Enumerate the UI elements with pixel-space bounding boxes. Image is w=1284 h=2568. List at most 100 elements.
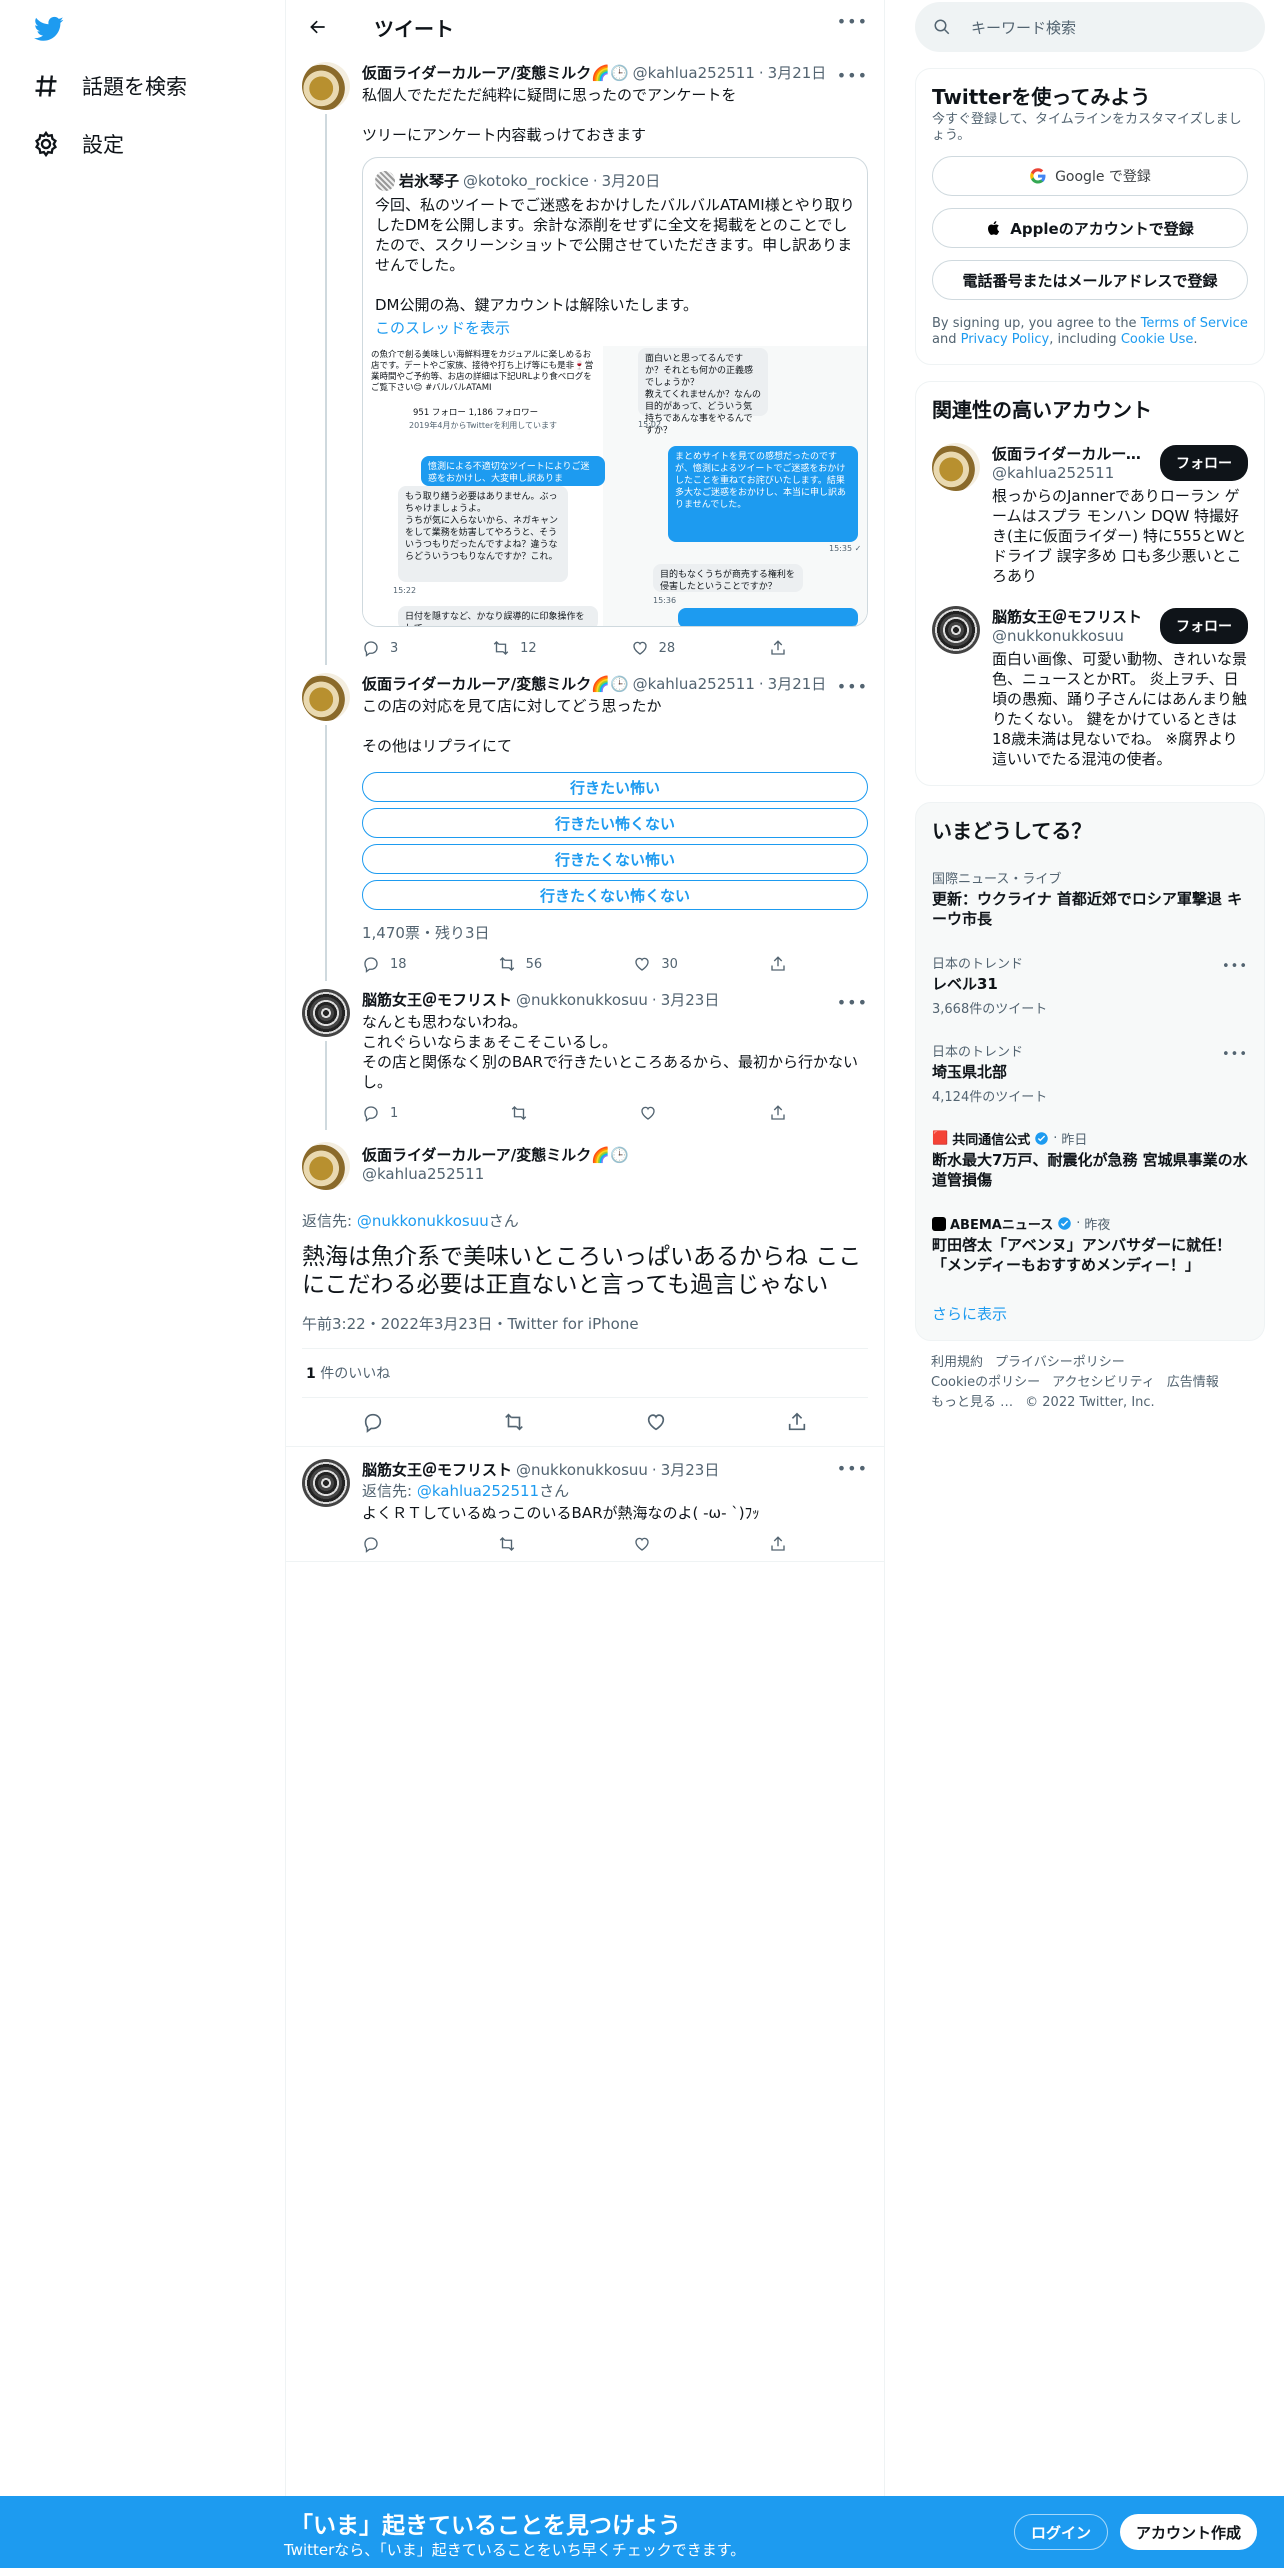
like-button[interactable] — [633, 1535, 651, 1553]
author-name[interactable]: 脳筋女王＠モフリスト — [362, 989, 512, 1010]
author-handle[interactable]: @kahlua252511 — [633, 675, 755, 693]
tweet-actions — [302, 1398, 868, 1446]
avatar[interactable] — [302, 673, 350, 721]
privacy-link[interactable]: Privacy Policy — [961, 332, 1050, 347]
tweet-actions: 18 56 30 — [362, 955, 787, 973]
like-button[interactable]: 30 — [633, 955, 678, 973]
author-handle[interactable]: @kahlua252511 — [362, 1165, 629, 1183]
like-button[interactable] — [639, 1104, 657, 1122]
retweet-button[interactable]: 12 — [492, 639, 537, 657]
footer-link[interactable]: アクセシビリティ — [1052, 1375, 1155, 1390]
author-handle[interactable]: @kahlua252511 — [633, 64, 755, 82]
reply-button[interactable]: 18 — [362, 955, 407, 973]
footer-link[interactable]: プライバシーポリシー — [995, 1355, 1125, 1370]
share-icon[interactable] — [786, 1411, 808, 1433]
apple-signup-button[interactable]: Appleのアカウントで登録 — [932, 208, 1248, 248]
more-options-icon[interactable]: ••• — [837, 12, 868, 31]
reply-icon[interactable] — [362, 1411, 384, 1433]
tweet-date[interactable]: 3月21日 — [768, 62, 827, 83]
login-button[interactable]: ログイン — [1014, 2514, 1109, 2550]
avatar[interactable] — [302, 62, 350, 110]
heart-icon[interactable] — [645, 1411, 667, 1433]
cookie-link[interactable]: Cookie Use — [1121, 332, 1194, 347]
more-options-icon[interactable]: ••• — [1222, 959, 1248, 974]
account-name[interactable]: 仮面ライダーカルーア/変態ミルク🌈🕒 — [992, 443, 1152, 464]
signup-button[interactable]: アカウント作成 — [1120, 2514, 1258, 2550]
tweet-date[interactable]: 3月23日 — [661, 989, 720, 1010]
share-button[interactable] — [769, 1104, 787, 1122]
poll-option[interactable]: 行きたい怖い — [362, 772, 868, 802]
author-name[interactable]: 仮面ライダーカルーア/変態ミルク🌈🕒 — [362, 673, 629, 694]
tweet-date[interactable]: 3月23日 — [661, 1459, 720, 1480]
tweet[interactable]: 仮面ライダーカルーア/変態ミルク🌈🕒 @kahlua252511 · 3月21日… — [286, 54, 884, 665]
author-name[interactable]: 仮面ライダーカルーア/変態ミルク🌈🕒 — [362, 62, 629, 83]
twitter-logo-icon[interactable] — [32, 14, 66, 44]
footer-more[interactable]: もっと見る … — [931, 1395, 1013, 1410]
trend-item[interactable]: 日本のトレンド 埼玉県北部 4,124件のツイート ••• — [916, 1029, 1264, 1117]
reply-to-line: 返信先: @nukkonukkosuuさん — [302, 1212, 519, 1230]
poll-option[interactable]: 行きたくない怖くない — [362, 880, 868, 910]
author-name[interactable]: 仮面ライダーカルーア/変態ミルク🌈🕒 — [362, 1144, 629, 1165]
account-item[interactable]: 仮面ライダーカルーア/変態ミルク🌈🕒 @kahlua252511 根っからのJa… — [916, 433, 1264, 596]
share-button[interactable] — [769, 639, 787, 657]
heart-icon — [635, 957, 649, 971]
phone-email-signup-button[interactable]: 電話番号またはメールアドレスで登録 — [932, 260, 1248, 300]
reply-button[interactable] — [362, 1535, 380, 1553]
share-button[interactable] — [769, 1535, 787, 1553]
poll-option[interactable]: 行きたい怖くない — [362, 808, 868, 838]
quote-screenshot-image[interactable]: の魚介で創る美味しい海鮮料理をカジュアルに楽しめるお店です。デートやご家族、接待… — [363, 346, 867, 626]
tweet-timestamp[interactable]: 午前3:22・2022年3月23日・Twitter for iPhone — [302, 1313, 868, 1334]
more-options-icon[interactable]: ••• — [1222, 1047, 1248, 1062]
show-thread-link[interactable]: このスレッドを表示 — [363, 315, 867, 346]
tweet[interactable]: 仮面ライダーカルーア/変態ミルク🌈🕒 @kahlua252511 · 3月21日… — [286, 665, 884, 981]
search-input[interactable]: キーワード検索 — [915, 2, 1265, 52]
account-name[interactable]: 脳筋女王＠モフリスト — [992, 606, 1152, 627]
poll-option[interactable]: 行きたくない怖い — [362, 844, 868, 874]
avatar[interactable] — [302, 989, 350, 1037]
reply-button[interactable]: 1 — [362, 1104, 398, 1122]
google-signup-button[interactable]: Google で登録 — [932, 156, 1248, 196]
retweet-button[interactable]: 56 — [498, 955, 542, 973]
more-options-icon[interactable]: ••• — [837, 677, 868, 696]
follow-button[interactable]: フォロー — [1160, 445, 1248, 481]
trend-item[interactable]: 国際ニュース・ライブ 更新：ウクライナ 首都近郊でロシア軍撃退 キーウ市長 — [916, 856, 1264, 941]
reply-button[interactable]: 3 — [362, 639, 398, 657]
footer-link[interactable]: Cookieのポリシー — [931, 1375, 1040, 1390]
nav-explore[interactable]: 話題を検索 — [32, 66, 187, 106]
nav-settings[interactable]: 設定 — [32, 124, 124, 164]
terms-link[interactable]: Terms of Service — [1141, 316, 1248, 331]
retweet-button[interactable] — [498, 1535, 516, 1553]
account-item[interactable]: 脳筋女王＠モフリスト @nukkonukkosuu 面白い画像、可愛い動物、きれ… — [916, 596, 1264, 779]
reply-to-link[interactable]: @kahlua252511 — [417, 1482, 539, 1500]
copyright: © 2022 Twitter, Inc. — [1025, 1395, 1155, 1410]
more-options-icon[interactable]: ••• — [837, 66, 868, 85]
avatar[interactable] — [302, 1459, 350, 1507]
share-button[interactable] — [769, 955, 787, 973]
author-handle[interactable]: @nukkonukkosuu — [516, 1461, 648, 1479]
more-options-icon[interactable]: ••• — [837, 993, 868, 1012]
reply-to-link[interactable]: @nukkonukkosuu — [357, 1212, 489, 1230]
tweet-stats[interactable]: 1 件のいいね — [302, 1348, 868, 1398]
avatar[interactable] — [932, 606, 980, 654]
retweet-icon[interactable] — [503, 1411, 525, 1433]
footer-link[interactable]: 広告情報 — [1167, 1375, 1219, 1390]
like-button[interactable]: 28 — [631, 639, 675, 657]
more-options-icon[interactable]: ••• — [837, 1459, 868, 1478]
avatar[interactable] — [932, 443, 980, 491]
avatar[interactable] — [302, 1142, 350, 1190]
quoted-tweet[interactable]: 岩氷琴子 @kotoko_rockice · 3月20日 今回、私のツイートでご… — [362, 157, 868, 627]
trend-item[interactable]: 日本のトレンド レベル31 3,668件のツイート ••• — [916, 941, 1264, 1029]
tweet-date[interactable]: 3月21日 — [768, 673, 827, 694]
back-button[interactable] — [302, 11, 334, 43]
follow-button[interactable]: フォロー — [1160, 608, 1248, 644]
trend-item[interactable]: ABEMAニュース · 昨夜 町田啓太「アベンヌ」アンバサダーに就任！「メンディーも… — [916, 1202, 1264, 1287]
tweet[interactable]: 脳筋女王＠モフリスト @nukkonukkosuu · 3月23日 なんとも思わ… — [286, 981, 884, 1130]
share-icon — [771, 1536, 785, 1551]
author-name[interactable]: 脳筋女王＠モフリスト — [362, 1459, 512, 1480]
trend-item[interactable]: 🟥 共同通信公式 · 昨日 断水最大7万戸、耐震化が急務 宮城県事業の水道管損傷 — [916, 1117, 1264, 1202]
footer-link[interactable]: 利用規約 — [931, 1355, 983, 1370]
tweet[interactable]: 脳筋女王＠モフリスト @nukkonukkosuu · 3月23日 返信先: @… — [286, 1447, 884, 1562]
show-more-link[interactable]: さらに表示 — [916, 1287, 1264, 1340]
retweet-button[interactable] — [510, 1104, 528, 1122]
author-handle[interactable]: @nukkonukkosuu — [516, 991, 648, 1009]
